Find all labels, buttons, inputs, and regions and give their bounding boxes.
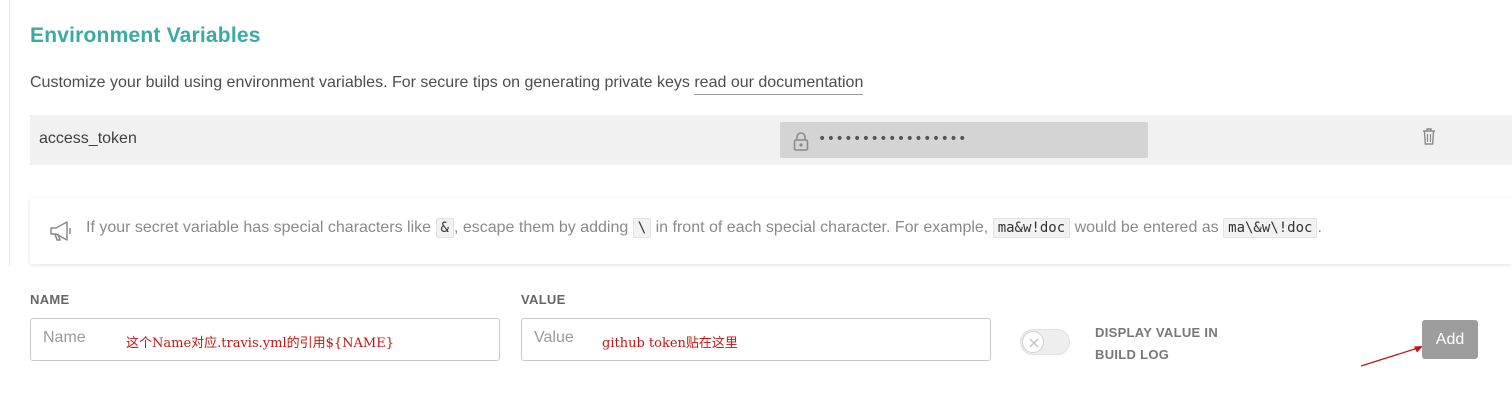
- add-button[interactable]: Add: [1422, 320, 1478, 359]
- name-label: NAME: [30, 292, 70, 307]
- megaphone-icon: [50, 221, 71, 241]
- display-label-line-1: DISPLAY VALUE IN: [1095, 325, 1219, 340]
- lock-icon: [793, 132, 809, 151]
- display-label-line-2: BUILD LOG: [1095, 347, 1170, 362]
- masked-value: •••••••••••••••••: [818, 131, 967, 147]
- description-text: Customize your build using environment v…: [30, 74, 690, 91]
- special-characters-notice: If your secret variable has special char…: [30, 198, 1512, 264]
- notice-part-2: , escape them by adding: [453, 219, 629, 236]
- value-annotation: github token贴在这里: [602, 336, 738, 351]
- trash-icon[interactable]: [1421, 126, 1437, 146]
- env-var-row: access_token •••••••••••••••••: [30, 115, 1512, 165]
- close-icon: [1029, 338, 1039, 348]
- documentation-link[interactable]: read our documentation: [694, 74, 864, 95]
- notice-part-1: If your secret variable has special char…: [86, 219, 432, 236]
- section-title: Environment Variables: [30, 24, 261, 47]
- notice-part-4: would be entered as: [1074, 219, 1219, 236]
- example-raw-code: ma&w!doc: [992, 218, 1071, 238]
- annotation-arrow-icon: [1360, 346, 1423, 367]
- env-var-name: access_token: [39, 130, 137, 147]
- section-description: Customize your build using environment v…: [30, 74, 864, 95]
- notice-part-5: .: [1317, 219, 1322, 236]
- backslash-code: \: [632, 218, 652, 238]
- notice-text: If your secret variable has special char…: [86, 218, 1322, 238]
- display-value-label: DISPLAY VALUE IN BUILD LOG: [1095, 322, 1218, 366]
- name-field: 这个Name对应.travis.yml的引用${NAME}: [30, 318, 500, 361]
- env-var-value: •••••••••••••••••: [780, 122, 1148, 158]
- value-label: VALUE: [521, 292, 566, 307]
- ampersand-code: &: [435, 218, 454, 238]
- name-input[interactable]: [43, 329, 123, 347]
- left-divider: [9, 0, 10, 266]
- example-escaped-code: ma\&w\!doc: [1223, 218, 1318, 238]
- toggle-knob: [1022, 331, 1044, 353]
- display-value-toggle[interactable]: [1020, 329, 1070, 355]
- value-field: github token贴在这里: [521, 318, 991, 361]
- notice-part-3: in front of each special character. For …: [655, 219, 989, 236]
- name-annotation: 这个Name对应.travis.yml的引用${NAME}: [126, 336, 394, 351]
